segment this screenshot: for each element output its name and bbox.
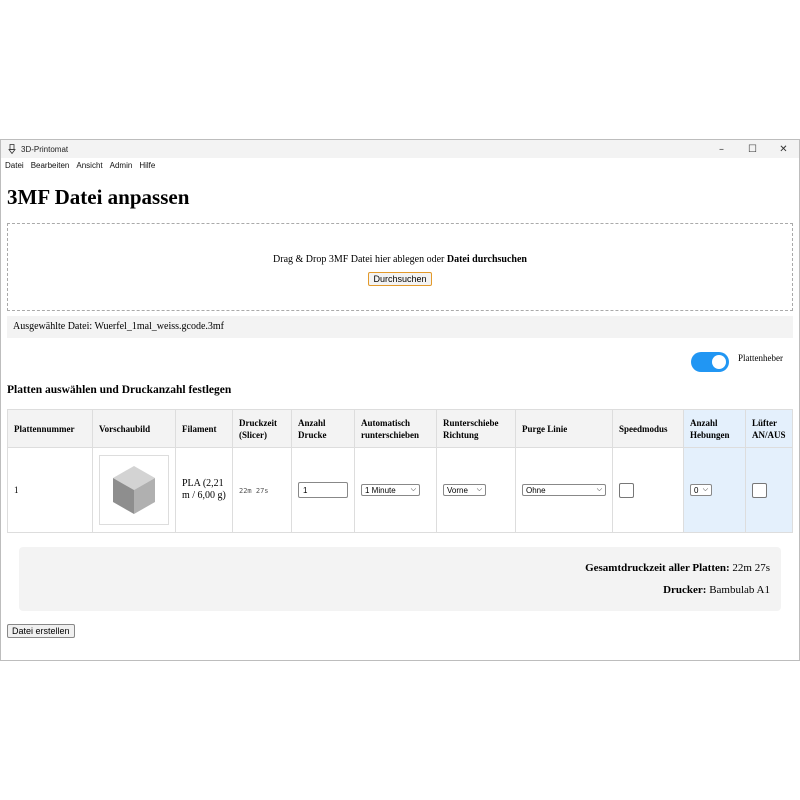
table-row: 1 PLA (2,21 m / 6,00 g) 22m 27s 1 1 Minu… <box>7 447 793 533</box>
maximize-button[interactable]: ☐ <box>737 140 768 158</box>
cell-print-time: 22m 27s <box>232 447 292 533</box>
lift-count-select[interactable]: 0 ⌵ <box>690 484 712 496</box>
selected-file-label: Ausgewählte Datei: Wuerfel_1mal_weiss.gc… <box>7 316 793 338</box>
file-dropzone[interactable]: Drag & Drop 3MF Datei hier ablegen oder … <box>7 223 793 311</box>
printer-label: Drucker: <box>663 584 707 596</box>
menu-admin[interactable]: Admin <box>110 161 133 170</box>
cube-preview-image <box>99 455 169 525</box>
close-button[interactable]: ✕ <box>768 140 799 158</box>
dropzone-text: Drag & Drop 3MF Datei hier ablegen oder … <box>273 254 527 265</box>
toggle-knob <box>712 355 727 369</box>
page-title: 3MF Datei anpassen <box>7 185 190 209</box>
printer: Drucker: Bambulab A1 <box>30 584 770 596</box>
purge-line-select[interactable]: Ohne ⌵ <box>522 484 606 496</box>
printer-value: Bambulab A1 <box>709 584 770 596</box>
cell-lift-count: 0 ⌵ <box>683 447 746 533</box>
print-count-input[interactable]: 1 <box>298 482 348 498</box>
cell-preview <box>92 447 176 533</box>
header-print-time: Druckzeit (Slicer) <box>232 409 292 448</box>
menu-hilfe[interactable]: Hilfe <box>139 161 155 170</box>
total-time: Gesamtdruckzeit aller Platten: 22m 27s <box>30 562 770 574</box>
table-header-row: Plattennummer Vorschaubild Filament Druc… <box>7 409 793 448</box>
browse-button[interactable]: Durchsuchen <box>368 272 432 286</box>
cell-purge-line: Ohne ⌵ <box>515 447 613 533</box>
plate-lifter-label: Plattenheber <box>738 352 783 363</box>
cell-filament: PLA (2,21 m / 6,00 g) <box>175 447 233 533</box>
plate-lifter-row: Plattenheber <box>7 349 793 375</box>
header-filament: Filament <box>175 409 233 448</box>
menu-ansicht[interactable]: Ansicht <box>76 161 102 170</box>
total-time-value: 22m 27s <box>732 562 770 574</box>
app-window: 3D-Printomat – ☐ ✕ Datei Bearbeiten Ansi… <box>0 139 800 661</box>
fan-checkbox[interactable] <box>752 482 767 498</box>
lift-count-value: 0 <box>694 485 699 495</box>
header-auto-push: Automatisch runterschieben <box>354 409 437 448</box>
window-title: 3D-Printomat <box>21 144 69 154</box>
plates-table: Plattennummer Vorschaubild Filament Druc… <box>7 409 793 533</box>
header-push-direction: Runterschiebe Richtung <box>436 409 516 448</box>
plate-lifter-toggle[interactable] <box>691 352 730 372</box>
header-plate-number: Plattennummer <box>7 409 93 448</box>
total-time-label: Gesamtdruckzeit aller Platten: <box>585 562 730 574</box>
chevron-down-icon: ⌵ <box>410 486 416 493</box>
push-direction-value: Vorne <box>447 485 468 495</box>
cube-icon <box>113 466 155 514</box>
cell-speed-mode <box>612 447 684 533</box>
create-file-button[interactable]: Datei erstellen <box>7 624 75 638</box>
browse-link[interactable]: Datei durchsuchen <box>447 254 527 265</box>
chevron-down-icon: ⌵ <box>702 486 708 493</box>
menu-bar: Datei Bearbeiten Ansicht Admin Hilfe <box>1 158 799 172</box>
speed-mode-checkbox[interactable] <box>619 482 634 498</box>
auto-push-value: 1 Minute <box>365 485 396 495</box>
cell-auto-push: 1 Minute ⌵ <box>354 447 437 533</box>
app-icon <box>6 143 18 155</box>
main-content: 3MF Datei anpassen Drag & Drop 3MF Datei… <box>1 185 799 639</box>
header-fan: Lüfter AN/AUS <box>745 409 793 448</box>
summary-panel: Gesamtdruckzeit aller Platten: 22m 27s D… <box>19 547 781 611</box>
header-speed-mode: Speedmodus <box>612 409 684 448</box>
cell-print-count: 1 <box>291 447 355 533</box>
menu-bearbeiten[interactable]: Bearbeiten <box>31 161 70 170</box>
purge-line-value: Ohne <box>526 485 546 495</box>
header-preview: Vorschaubild <box>92 409 176 448</box>
header-lift-count: Anzahl Hebungen <box>683 409 746 448</box>
cell-fan <box>745 447 793 533</box>
cell-plate-number: 1 <box>7 447 93 533</box>
auto-push-select[interactable]: 1 Minute ⌵ <box>361 484 420 496</box>
menu-datei[interactable]: Datei <box>5 161 24 170</box>
header-purge-line: Purge Linie <box>515 409 613 448</box>
section-title: Platten auswählen und Druckanzahl festle… <box>7 384 232 396</box>
title-bar: 3D-Printomat – ☐ ✕ <box>1 140 799 158</box>
cell-push-direction: Vorne ⌵ <box>436 447 516 533</box>
chevron-down-icon: ⌵ <box>596 486 602 493</box>
dropzone-instruction: Drag & Drop 3MF Datei hier ablegen oder <box>273 254 447 265</box>
print-time-value: 22m 27s <box>239 487 269 495</box>
minimize-button[interactable]: – <box>706 140 737 158</box>
header-print-count: Anzahl Drucke <box>291 409 355 448</box>
push-direction-select[interactable]: Vorne ⌵ <box>443 484 486 496</box>
chevron-down-icon: ⌵ <box>476 486 482 493</box>
